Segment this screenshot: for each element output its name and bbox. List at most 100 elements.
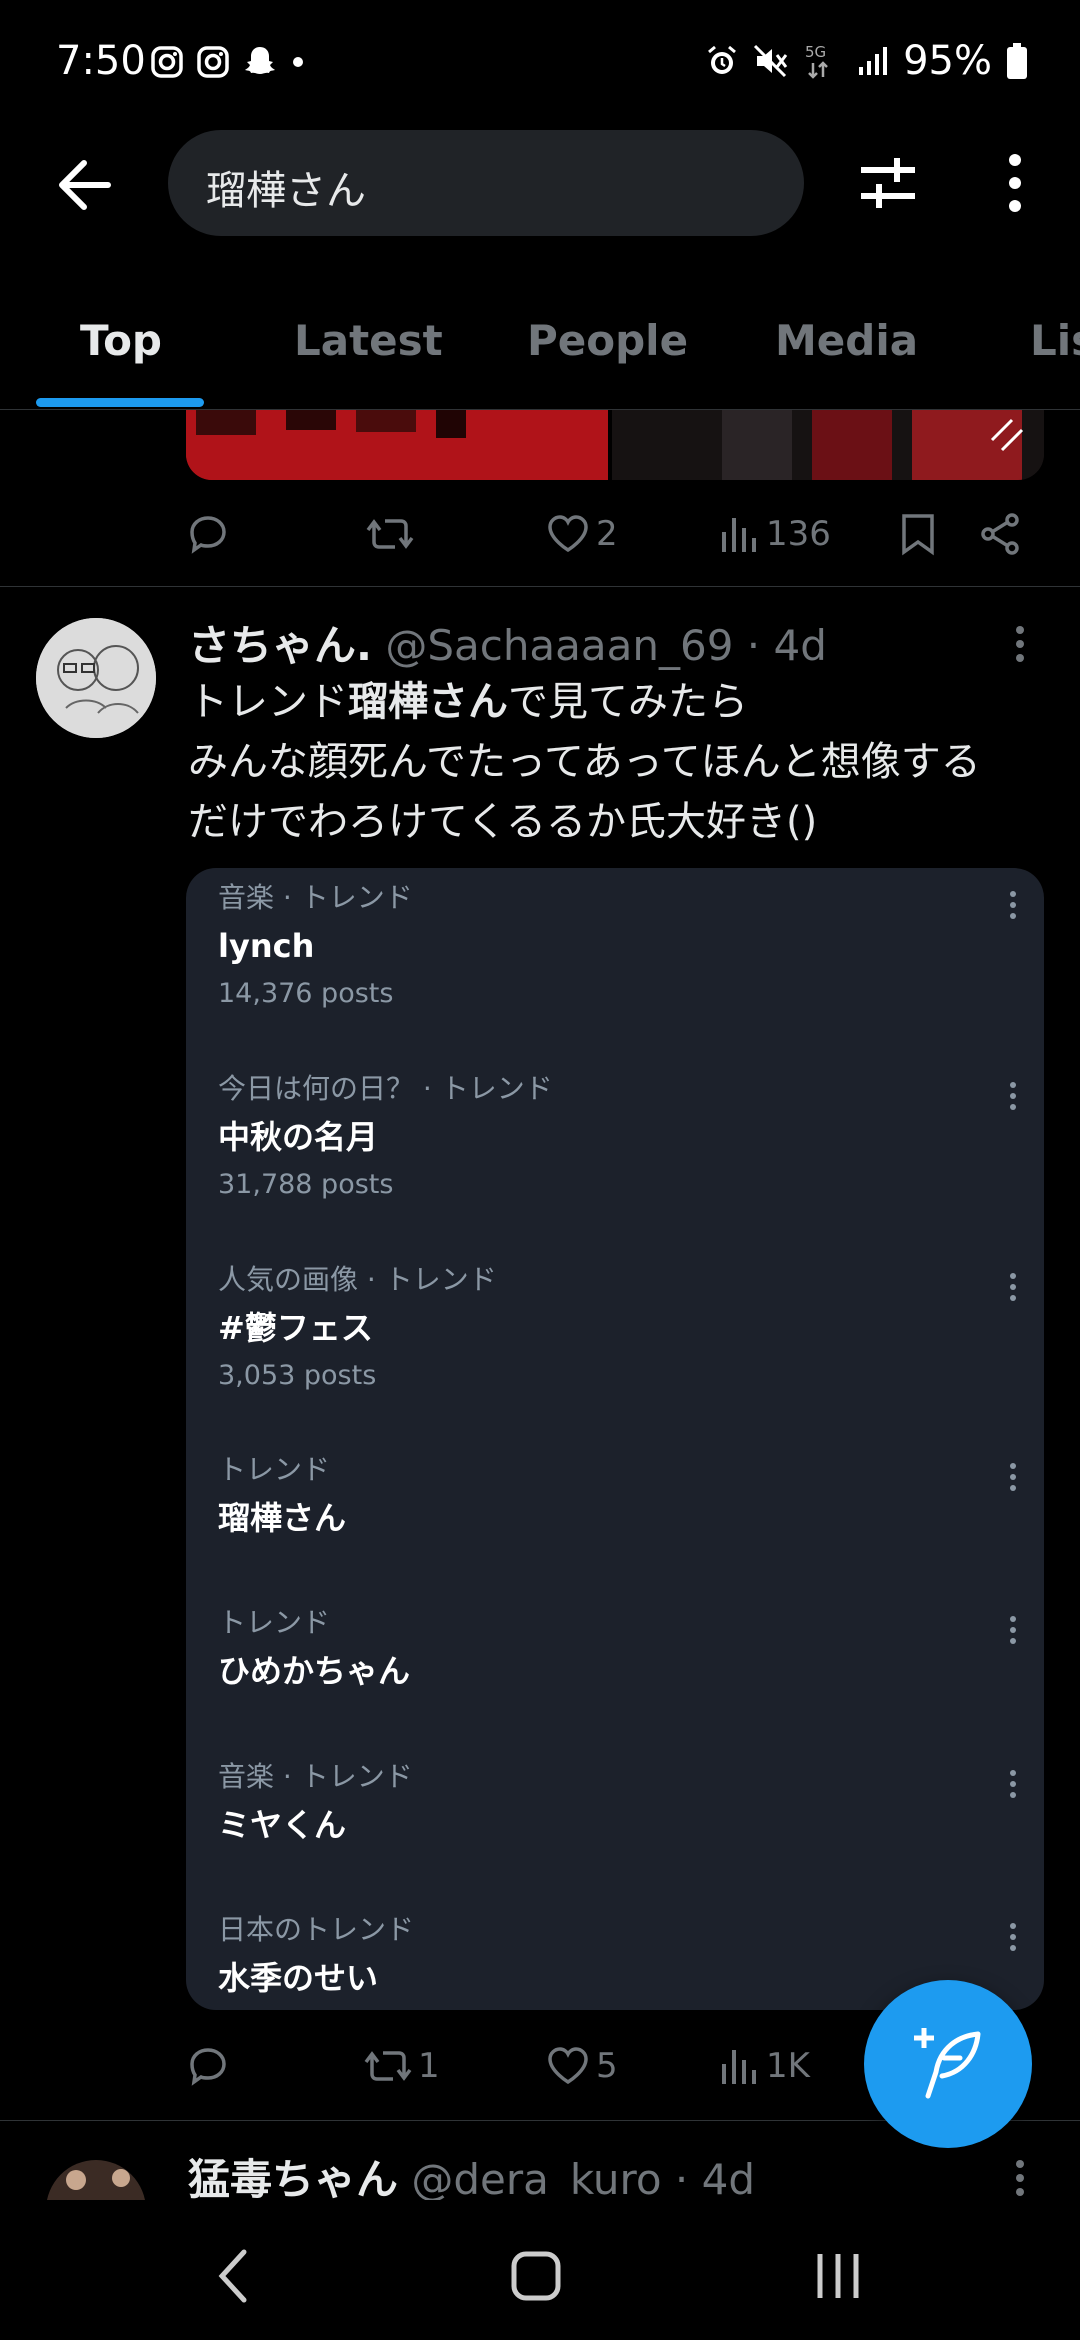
reply-icon: [190, 2048, 226, 2086]
trend-item[interactable]: トレンド 瑠樺さん: [218, 1450, 1018, 1546]
avatar[interactable]: [36, 2150, 156, 2200]
media-image[interactable]: [612, 410, 1044, 480]
share-icon: [981, 513, 1019, 555]
views-button[interactable]: 136: [720, 502, 831, 566]
tab-media[interactable]: Media: [775, 316, 918, 365]
tab-lists[interactable]: Lis: [1030, 316, 1080, 365]
analytics-icon: [722, 2050, 756, 2084]
display-name[interactable]: さちゃん.: [188, 621, 372, 670]
system-navigation-bar: [0, 2200, 1080, 2340]
heart-icon: [548, 2047, 588, 2085]
trend-item[interactable]: 音楽 · トレンド lynch 14,376 posts: [218, 878, 1018, 1014]
trends-screenshot-card[interactable]: 音楽 · トレンド lynch 14,376 posts 今日は何の日？ · ト…: [186, 868, 1044, 2010]
handle-and-time[interactable]: @dera_kuro · 4d: [411, 2155, 755, 2204]
recent-apps-icon: [817, 2254, 859, 2298]
tab-latest[interactable]: Latest: [294, 316, 443, 365]
trend-category: 今日は何の日？ · トレンド: [218, 1072, 553, 1105]
views-count: 136: [766, 514, 831, 554]
vertical-dots-icon: [1016, 2160, 1024, 2196]
avatar[interactable]: [36, 618, 156, 738]
trend-category: 音楽 · トレンド: [218, 881, 413, 914]
status-time: 7:50: [56, 38, 146, 84]
retweet-button[interactable]: 1: [364, 2034, 440, 2098]
retweet-count: 1: [418, 2046, 440, 2086]
trend-item[interactable]: 日本のトレンド 水季のせい: [218, 1910, 1018, 2006]
tweet-header: 猛毒ちゃん @dera_kuro · 4d: [188, 2146, 755, 2207]
trend-name: ミヤくん: [218, 1806, 347, 1844]
alarm-icon: [708, 45, 737, 74]
analytics-icon: [722, 518, 756, 552]
media-image[interactable]: [186, 410, 608, 480]
trend-count: 3,053 posts: [218, 1360, 377, 1391]
tweet-header: さちゃん. @Sachaaaan_69 · 4d: [188, 612, 827, 673]
vertical-dots-icon: [1010, 1082, 1016, 1110]
instagram-icon: [197, 46, 229, 78]
like-button[interactable]: 2: [546, 502, 618, 566]
more-options-button[interactable]: [1000, 150, 1030, 216]
trend-count: 31,788 posts: [218, 1169, 394, 1200]
handle-and-time[interactable]: @Sachaaaan_69 · 4d: [385, 621, 827, 670]
tab-people[interactable]: People: [527, 316, 688, 365]
trend-item[interactable]: トレンド ひめかちゃん: [218, 1603, 1018, 1699]
vertical-dots-icon: [1010, 1923, 1016, 1951]
bookmark-button[interactable]: [898, 502, 938, 566]
tweet-text-part: トレンド: [188, 679, 348, 725]
trend-name: lynch: [218, 927, 315, 965]
reply-button[interactable]: [186, 2034, 230, 2098]
search-query: 瑠樺さん: [206, 168, 366, 214]
views-count: 1K: [766, 2046, 810, 2086]
trend-category: トレンド: [218, 1606, 331, 1639]
vertical-dots-icon: [1016, 626, 1024, 662]
trend-item[interactable]: 人気の画像 · トレンド #鬱フェス 3,053 posts: [218, 1260, 1018, 1396]
retweet-icon: [364, 2051, 412, 2081]
reply-button[interactable]: [186, 502, 230, 566]
5g-signal-icon: 5G: [805, 43, 828, 79]
trend-item[interactable]: 今日は何の日？ · トレンド 中秋の名月 31,788 posts: [218, 1069, 1018, 1205]
nav-recents-button[interactable]: [794, 2246, 884, 2306]
heart-icon: [548, 515, 588, 553]
trend-category: 音楽 · トレンド: [218, 1760, 413, 1793]
signal-icon: [859, 47, 888, 75]
vertical-dots-icon: [1009, 154, 1021, 212]
active-tab-indicator: [36, 398, 204, 407]
retweet-icon: [366, 519, 414, 549]
svg-text:5G: 5G: [805, 43, 826, 61]
tweet-text-part: で見てみたら: [508, 679, 748, 725]
trend-name: ひめかちゃん: [218, 1652, 411, 1690]
like-button[interactable]: 5: [546, 2034, 618, 2098]
trend-category: 人気の画像 · トレンド: [218, 1263, 497, 1296]
search-input[interactable]: 瑠樺さん: [168, 130, 804, 236]
like-count: 5: [596, 2046, 618, 2086]
share-button[interactable]: [978, 502, 1022, 566]
tweet-text: トレンド瑠樺さんで見てみたら みんな顔死んでたってあってほんと想像する だけでわ…: [188, 672, 1048, 852]
trend-item[interactable]: 音楽 · トレンド ミヤくん: [218, 1757, 1018, 1853]
divider: [0, 586, 1080, 587]
battery-icon: [1007, 43, 1027, 79]
instagram-icon: [151, 46, 183, 78]
display-name[interactable]: 猛毒ちゃん: [188, 2155, 398, 2204]
search-filter-button[interactable]: [855, 150, 921, 216]
like-count: 2: [596, 514, 618, 554]
vertical-dots-icon: [1010, 1616, 1016, 1644]
status-bar: 7:50 5G 95%: [0, 0, 1080, 120]
trend-category: 日本のトレンド: [218, 1913, 415, 1946]
trend-category: トレンド: [218, 1453, 331, 1486]
dot-icon: [293, 57, 303, 67]
tweet-text-line: みんな顔死んでたってあってほんと想像する: [188, 739, 981, 785]
vertical-dots-icon: [1010, 891, 1016, 919]
compose-tweet-button[interactable]: [864, 1980, 1032, 2148]
nav-home-button[interactable]: [490, 2246, 580, 2306]
vertical-dots-icon: [1010, 1463, 1016, 1491]
prev-tweet-actions: 2 136: [186, 502, 1066, 566]
views-button[interactable]: 1K: [720, 2034, 810, 2098]
nav-back-button[interactable]: [190, 2246, 280, 2306]
trend-count: 14,376 posts: [218, 978, 394, 1009]
tweet-text-line: だけでわろけてくるるか氏大好き(): [188, 799, 818, 845]
arrow-left-icon: [59, 160, 111, 210]
system-status: 5G 95%: [705, 38, 1028, 84]
tab-top[interactable]: Top: [80, 316, 162, 365]
back-button[interactable]: [50, 150, 120, 220]
retweet-button[interactable]: [366, 502, 414, 566]
tweet-more-button[interactable]: [1012, 620, 1028, 670]
tweet-more-button[interactable]: [1012, 2154, 1028, 2204]
